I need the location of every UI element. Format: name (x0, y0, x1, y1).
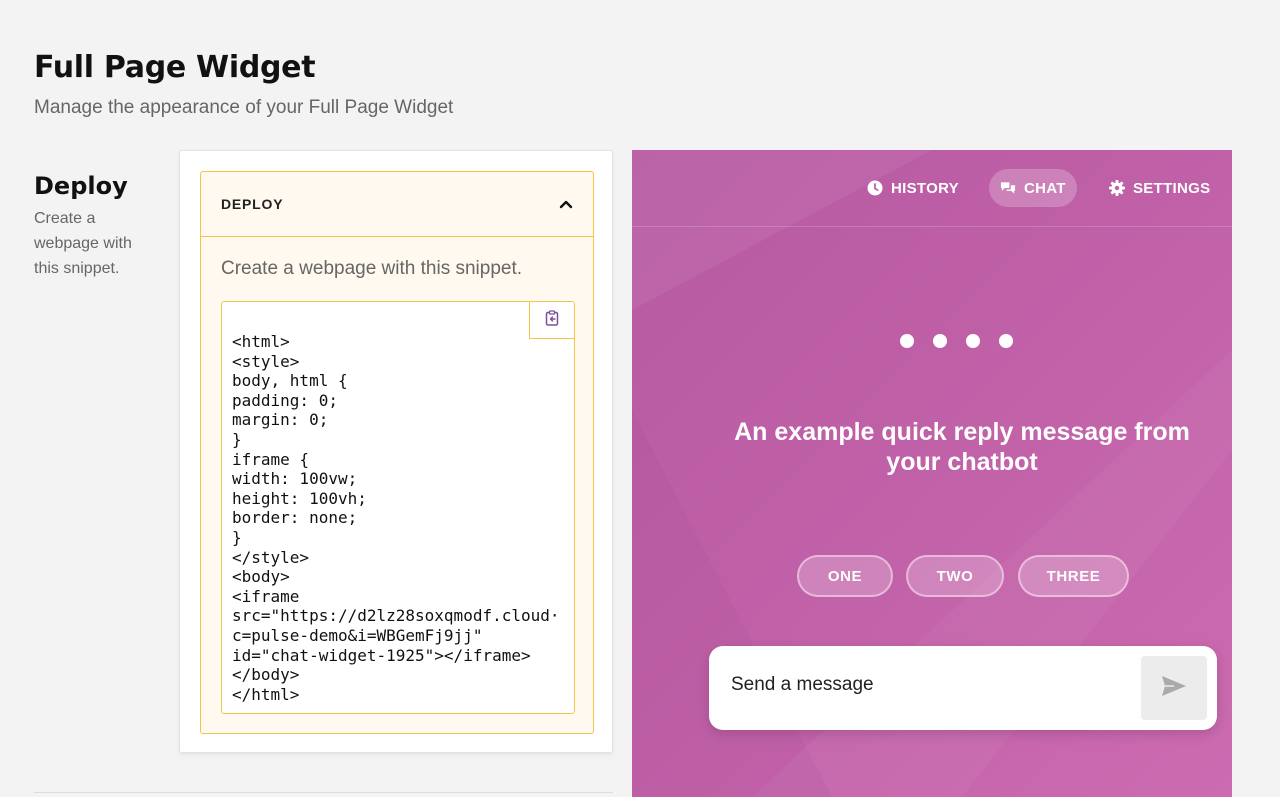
clock-icon (867, 180, 883, 196)
page-title: Full Page Widget (34, 50, 316, 85)
quick-reply-one[interactable]: ONE (797, 555, 893, 597)
nav-chat[interactable]: CHAT (989, 169, 1077, 207)
message-composer (709, 646, 1217, 730)
typing-dot (966, 334, 980, 348)
send-icon (1161, 675, 1187, 702)
chat-bubbles-icon (1000, 180, 1016, 196)
code-snippet[interactable]: <html> <style> body, html { padding: 0; … (232, 332, 560, 704)
quick-reply-two[interactable]: TWO (906, 555, 1004, 597)
accordion-description: Create a webpage with this snippet. (221, 258, 523, 279)
nav-settings-label: SETTINGS (1133, 179, 1211, 197)
typing-dot (933, 334, 947, 348)
typing-dot (900, 334, 914, 348)
widget-preview: HISTORY CHAT SETTINGS An example quick r… (632, 150, 1232, 797)
deploy-card: DEPLOY Create a webpage with this snippe… (179, 150, 613, 753)
nav-history-label: HISTORY (891, 179, 959, 197)
typing-dot (999, 334, 1013, 348)
clipboard-icon (545, 309, 559, 331)
nav-settings[interactable]: SETTINGS (1098, 169, 1221, 207)
nav-history[interactable]: HISTORY (856, 169, 970, 207)
message-input[interactable] (731, 674, 1111, 696)
bot-message: An example quick reply message from your… (734, 418, 1190, 476)
quick-reply-three[interactable]: THREE (1018, 555, 1129, 597)
typing-indicator (900, 334, 1013, 348)
send-button[interactable] (1141, 656, 1207, 720)
accordion-header[interactable]: DEPLOY (201, 172, 593, 237)
nav-chat-label: CHAT (1024, 179, 1066, 197)
gear-icon (1109, 180, 1125, 196)
section-divider (34, 792, 613, 793)
section-description: Create a webpage with this snippet. (34, 210, 132, 277)
chevron-up-icon[interactable] (559, 197, 573, 211)
code-snippet-box[interactable]: <html> <style> body, html { padding: 0; … (221, 301, 575, 714)
copy-button[interactable] (529, 302, 574, 339)
widget-nav: HISTORY CHAT SETTINGS (632, 150, 1232, 227)
deploy-accordion: DEPLOY Create a webpage with this snippe… (200, 171, 594, 734)
page-subtitle: Manage the appearance of your Full Page … (34, 97, 454, 118)
section-title: Deploy (34, 172, 128, 200)
accordion-title: DEPLOY (221, 196, 284, 212)
